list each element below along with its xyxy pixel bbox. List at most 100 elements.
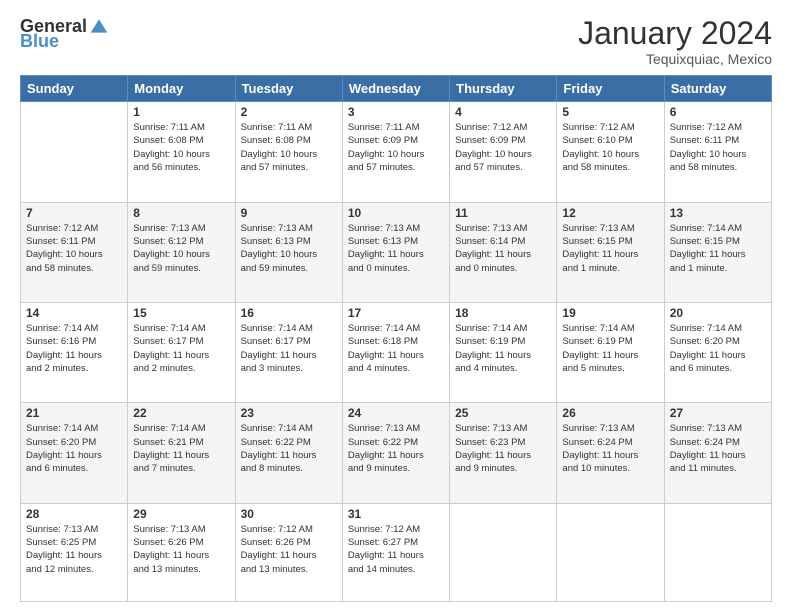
day-cell: 28 Sunrise: 7:13 AMSunset: 6:25 PMDayligh… (21, 503, 128, 601)
day-number: 6 (670, 105, 766, 119)
day-info: Sunrise: 7:12 AMSunset: 6:09 PMDaylight:… (455, 122, 532, 173)
day-number: 17 (348, 306, 444, 320)
day-cell: 25 Sunrise: 7:13 AMSunset: 6:23 PMDayligh… (450, 403, 557, 503)
day-info: Sunrise: 7:12 AMSunset: 6:10 PMDaylight:… (562, 122, 639, 173)
day-info: Sunrise: 7:13 AMSunset: 6:25 PMDaylight:… (26, 524, 102, 575)
day-number: 5 (562, 105, 658, 119)
day-number: 4 (455, 105, 551, 119)
day-cell: 3 Sunrise: 7:11 AMSunset: 6:09 PMDaylight… (342, 102, 449, 202)
title-block: January 2024 Tequixquiac, Mexico (578, 16, 772, 67)
day-number: 20 (670, 306, 766, 320)
day-cell: 9 Sunrise: 7:13 AMSunset: 6:13 PMDaylight… (235, 202, 342, 302)
weekday-header-thursday: Thursday (450, 76, 557, 102)
day-info: Sunrise: 7:13 AMSunset: 6:13 PMDaylight:… (348, 223, 424, 274)
day-info: Sunrise: 7:14 AMSunset: 6:19 PMDaylight:… (455, 323, 531, 374)
day-number: 31 (348, 507, 444, 521)
day-cell: 13 Sunrise: 7:14 AMSunset: 6:15 PMDayligh… (664, 202, 771, 302)
weekday-header-wednesday: Wednesday (342, 76, 449, 102)
day-cell: 18 Sunrise: 7:14 AMSunset: 6:19 PMDayligh… (450, 303, 557, 403)
week-row-2: 7 Sunrise: 7:12 AMSunset: 6:11 PMDaylight… (21, 202, 772, 302)
day-number: 18 (455, 306, 551, 320)
page: General Blue January 2024 Tequixquiac, M… (0, 0, 792, 612)
day-info: Sunrise: 7:14 AMSunset: 6:18 PMDaylight:… (348, 323, 424, 374)
week-row-3: 14 Sunrise: 7:14 AMSunset: 6:16 PMDayligh… (21, 303, 772, 403)
day-number: 13 (670, 206, 766, 220)
day-cell (557, 503, 664, 601)
day-number: 8 (133, 206, 229, 220)
day-number: 7 (26, 206, 122, 220)
day-number: 28 (26, 507, 122, 521)
day-cell: 1 Sunrise: 7:11 AMSunset: 6:08 PMDaylight… (128, 102, 235, 202)
day-cell: 27 Sunrise: 7:13 AMSunset: 6:24 PMDayligh… (664, 403, 771, 503)
week-row-5: 28 Sunrise: 7:13 AMSunset: 6:25 PMDayligh… (21, 503, 772, 601)
day-cell: 22Sunrise: 7:14 AMSunset: 6:21 PMDayligh… (128, 403, 235, 503)
day-info: Sunrise: 7:14 AMSunset: 6:20 PMDaylight:… (26, 423, 102, 474)
logo-icon (89, 16, 109, 36)
day-cell: 2 Sunrise: 7:11 AMSunset: 6:08 PMDaylight… (235, 102, 342, 202)
day-number: 3 (348, 105, 444, 119)
day-info: Sunrise: 7:12 AMSunset: 6:27 PMDaylight:… (348, 524, 424, 575)
day-info: Sunrise: 7:14 AMSunset: 6:17 PMDaylight:… (241, 323, 317, 374)
day-number: 10 (348, 206, 444, 220)
day-info: Sunrise: 7:14 AMSunset: 6:15 PMDaylight:… (670, 223, 746, 274)
day-info: Sunrise: 7:14 AMSunset: 6:20 PMDaylight:… (670, 323, 746, 374)
day-info: Sunrise: 7:13 AMSunset: 6:24 PMDaylight:… (670, 423, 746, 474)
day-cell: 20 Sunrise: 7:14 AMSunset: 6:20 PMDayligh… (664, 303, 771, 403)
day-cell: 8 Sunrise: 7:13 AMSunset: 6:12 PMDaylight… (128, 202, 235, 302)
day-info: Sunrise: 7:12 AMSunset: 6:11 PMDaylight:… (670, 122, 747, 173)
day-info: Sunrise: 7:11 AMSunset: 6:08 PMDaylight:… (133, 122, 210, 173)
weekday-header-monday: Monday (128, 76, 235, 102)
weekday-header-saturday: Saturday (664, 76, 771, 102)
day-cell: 7 Sunrise: 7:12 AMSunset: 6:11 PMDaylight… (21, 202, 128, 302)
day-info: Sunrise: 7:14 AMSunset: 6:21 PMDaylight:… (133, 423, 209, 474)
day-info: Sunrise: 7:13 AMSunset: 6:24 PMDaylight:… (562, 423, 638, 474)
day-info: Sunrise: 7:13 AMSunset: 6:23 PMDaylight:… (455, 423, 531, 474)
day-cell: 11 Sunrise: 7:13 AMSunset: 6:14 PMDayligh… (450, 202, 557, 302)
day-number: 11 (455, 206, 551, 220)
day-cell: 6 Sunrise: 7:12 AMSunset: 6:11 PMDaylight… (664, 102, 771, 202)
weekday-header-row: SundayMondayTuesdayWednesdayThursdayFrid… (21, 76, 772, 102)
day-number: 25 (455, 406, 551, 420)
week-row-1: 1 Sunrise: 7:11 AMSunset: 6:08 PMDaylight… (21, 102, 772, 202)
day-cell (450, 503, 557, 601)
day-cell: 12Sunrise: 7:13 AMSunset: 6:15 PMDayligh… (557, 202, 664, 302)
day-cell: 30Sunrise: 7:12 AMSunset: 6:26 PMDayligh… (235, 503, 342, 601)
day-info: Sunrise: 7:13 AMSunset: 6:22 PMDaylight:… (348, 423, 424, 474)
week-row-4: 21 Sunrise: 7:14 AMSunset: 6:20 PMDayligh… (21, 403, 772, 503)
day-cell: 15 Sunrise: 7:14 AMSunset: 6:17 PMDayligh… (128, 303, 235, 403)
day-cell (21, 102, 128, 202)
header: General Blue January 2024 Tequixquiac, M… (20, 16, 772, 67)
day-info: Sunrise: 7:12 AMSunset: 6:11 PMDaylight:… (26, 223, 103, 274)
day-cell (664, 503, 771, 601)
main-title: January 2024 (578, 16, 772, 51)
weekday-header-friday: Friday (557, 76, 664, 102)
day-info: Sunrise: 7:13 AMSunset: 6:13 PMDaylight:… (241, 223, 318, 274)
day-info: Sunrise: 7:14 AMSunset: 6:16 PMDaylight:… (26, 323, 102, 374)
day-number: 9 (241, 206, 337, 220)
day-cell: 31 Sunrise: 7:12 AMSunset: 6:27 PMDayligh… (342, 503, 449, 601)
day-info: Sunrise: 7:14 AMSunset: 6:19 PMDaylight:… (562, 323, 638, 374)
day-number: 14 (26, 306, 122, 320)
day-number: 29 (133, 507, 229, 521)
day-cell: 4 Sunrise: 7:12 AMSunset: 6:09 PMDaylight… (450, 102, 557, 202)
day-info: Sunrise: 7:11 AMSunset: 6:08 PMDaylight:… (241, 122, 318, 173)
day-number: 21 (26, 406, 122, 420)
day-number: 19 (562, 306, 658, 320)
day-cell: 5 Sunrise: 7:12 AMSunset: 6:10 PMDaylight… (557, 102, 664, 202)
logo: General Blue (20, 16, 109, 50)
day-number: 12 (562, 206, 658, 220)
day-number: 16 (241, 306, 337, 320)
day-cell: 23Sunrise: 7:14 AMSunset: 6:22 PMDayligh… (235, 403, 342, 503)
day-info: Sunrise: 7:14 AMSunset: 6:17 PMDaylight:… (133, 323, 209, 374)
day-number: 27 (670, 406, 766, 420)
day-number: 15 (133, 306, 229, 320)
day-number: 23 (241, 406, 337, 420)
day-info: Sunrise: 7:13 AMSunset: 6:12 PMDaylight:… (133, 223, 210, 274)
location-subtitle: Tequixquiac, Mexico (578, 51, 772, 67)
weekday-header-sunday: Sunday (21, 76, 128, 102)
day-info: Sunrise: 7:13 AMSunset: 6:14 PMDaylight:… (455, 223, 531, 274)
calendar-table: SundayMondayTuesdayWednesdayThursdayFrid… (20, 75, 772, 602)
day-number: 1 (133, 105, 229, 119)
day-info: Sunrise: 7:11 AMSunset: 6:09 PMDaylight:… (348, 122, 425, 173)
day-number: 2 (241, 105, 337, 119)
